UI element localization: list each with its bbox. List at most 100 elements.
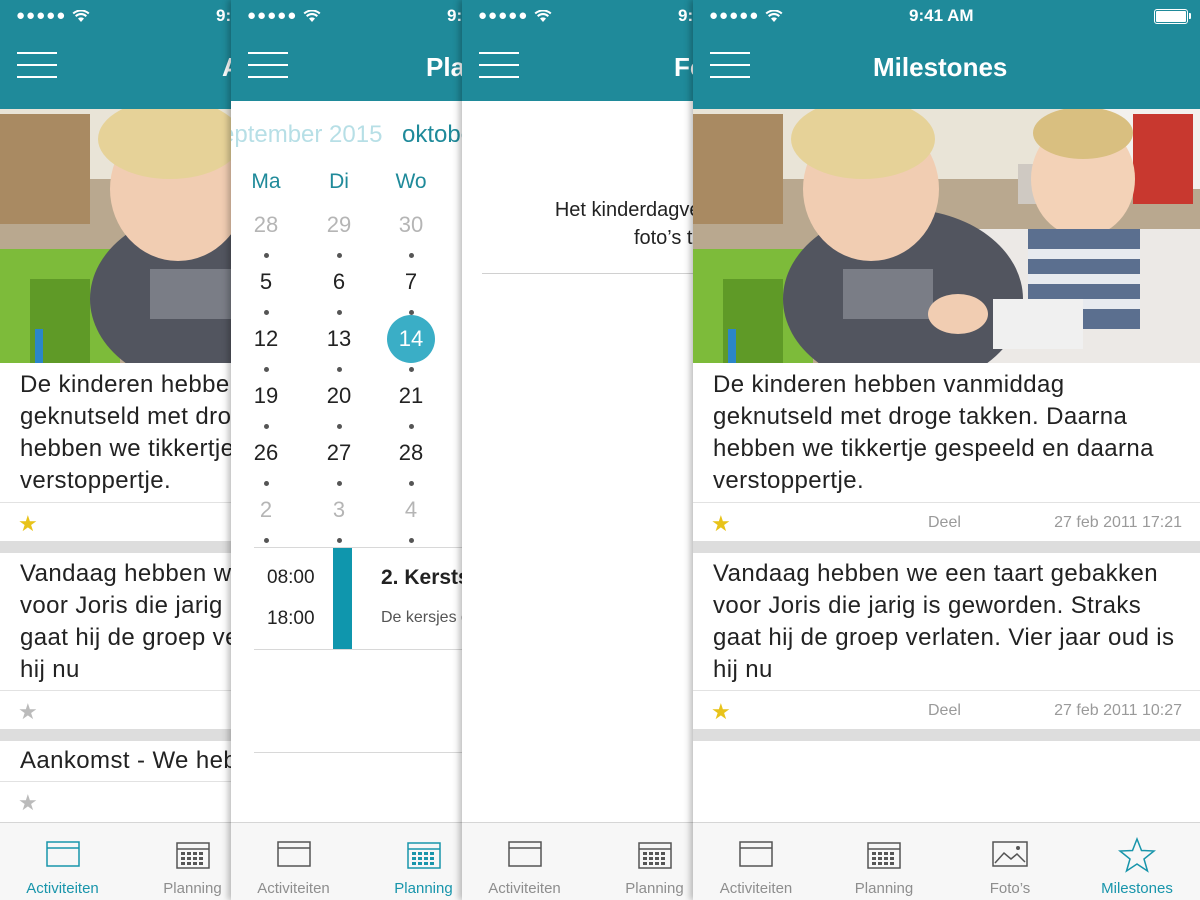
tab-activiteiten[interactable]: Activiteiten (693, 823, 819, 900)
tab-fotos[interactable]: Foto’s (947, 823, 1073, 900)
wifi-icon (534, 9, 552, 22)
page-title: Foto’s (674, 52, 693, 82)
status-bar: ●●●●● (478, 7, 552, 24)
divider (254, 752, 462, 753)
status-bar: ●●●●● (16, 7, 90, 24)
planning-screen: ●●●●● 9:41 AM Planning september 2015 ok… (231, 0, 462, 900)
page-title: Milestones (873, 52, 1008, 82)
event-color-bar (333, 548, 352, 650)
share-button[interactable]: Deel (928, 702, 961, 720)
post-date: 27 feb 2011 10:27 (1054, 702, 1182, 719)
tab-planning[interactable]: Planning (130, 823, 231, 900)
calendar-day[interactable]: 3 (309, 497, 369, 523)
tab-activiteiten[interactable]: Activiteiten (0, 823, 125, 900)
event-dot (264, 310, 269, 315)
nav-bar: ●●●●● 9:41 AM Planning (231, 0, 462, 101)
event-dot (264, 481, 269, 486)
tab-milestones[interactable]: Milestones (1074, 823, 1200, 900)
calendar-day[interactable]: 28 (381, 440, 441, 466)
tab-bar: Activiteiten Planning (0, 822, 231, 900)
event-dot (337, 424, 342, 429)
calendar-icon (637, 842, 672, 869)
star-icon[interactable]: ★ (711, 511, 731, 537)
status-time: 9:41 AM (678, 6, 693, 25)
calendar-day[interactable]: 12 (236, 326, 296, 352)
separator (0, 541, 231, 553)
divider (482, 273, 693, 274)
post-meta: ★ (0, 781, 231, 820)
calendar-day[interactable]: 27 (309, 440, 369, 466)
divider (254, 547, 462, 548)
signal-indicator: ●●●●● (16, 7, 67, 24)
battery-icon (1154, 9, 1191, 24)
event-dot (264, 424, 269, 429)
calendar-day[interactable]: 5 (236, 269, 296, 295)
post-date: 27 feb 2011 17:21 (1054, 514, 1182, 531)
month-prev[interactable]: september 2015 (231, 121, 382, 149)
separator (693, 729, 1200, 741)
calendar-day[interactable]: 26 (236, 440, 296, 466)
month-current[interactable]: oktober 2015 (402, 121, 462, 149)
event-dot (409, 310, 414, 315)
calendar-day[interactable]: 13 (309, 326, 369, 352)
calendar-day[interactable]: 4 (381, 497, 441, 523)
menu-icon[interactable] (248, 52, 288, 78)
calendar-day[interactable]: 19 (236, 383, 296, 409)
event-description: De kersjes gaan het kerstspel... (381, 609, 462, 626)
event-dot (409, 481, 414, 486)
menu-icon[interactable] (710, 52, 750, 78)
event-dot (337, 367, 342, 372)
calendar-day[interactable]: 29 (309, 212, 369, 238)
status-time: 9:41 AM (216, 6, 231, 25)
tab-planning[interactable]: Planning (821, 823, 947, 900)
weekday-label: Wo (395, 170, 427, 193)
post-text: De kinderen hebben vanmiddag geknutseld … (20, 371, 231, 494)
event-dot (409, 424, 414, 429)
calendar-day[interactable]: 28 (236, 212, 296, 238)
tab-planning[interactable]: Planning (361, 823, 462, 900)
divider (254, 649, 462, 650)
calendar-day[interactable]: 7 (381, 269, 441, 295)
calendar-day[interactable]: 21 (381, 383, 441, 409)
tab-activiteiten[interactable]: Activiteiten (462, 823, 587, 900)
calendar-day[interactable]: 14 (381, 326, 441, 352)
status-bar: ●●●●● (247, 7, 321, 24)
post-photo[interactable] (693, 109, 1200, 363)
menu-icon[interactable] (17, 52, 57, 78)
star-icon[interactable]: ★ (18, 699, 38, 725)
menu-icon[interactable] (479, 52, 519, 78)
post-meta: ★ (0, 690, 231, 729)
milestones-screen: ●●●●● 9:41 AM Milestones De kinderen heb… (693, 0, 1200, 900)
post-meta: ★ Deel 27 feb 2011 10:27 (693, 690, 1200, 729)
star-icon[interactable]: ★ (18, 511, 38, 537)
calendar-day[interactable]: 2 (236, 497, 296, 523)
post-photo[interactable] (0, 109, 231, 363)
nav-bar: ●●●●● 9:41 AM Milestones (693, 0, 1200, 109)
signal-indicator: ●●●●● (709, 7, 760, 24)
empty-message: Het kinderdagverblijf heeft nog geen (554, 199, 693, 221)
event-title[interactable]: 2. Kerstspel (381, 566, 462, 590)
share-button[interactable]: Deel (928, 514, 961, 532)
page-title: Activiteiten (222, 52, 231, 83)
weekday-label: Ma (251, 170, 281, 193)
star-icon[interactable]: ★ (18, 790, 38, 816)
nav-bar: ●●●●● 9:41 AM Activiteiten (0, 0, 231, 109)
calendar-icon (867, 842, 901, 869)
star-icon (1118, 837, 1156, 873)
event-dot (264, 538, 269, 543)
tab-planning[interactable]: Planning (592, 823, 693, 900)
event-dot (264, 253, 269, 258)
photo-icon (992, 841, 1028, 867)
calendar-icon (406, 842, 441, 869)
wifi-icon (765, 9, 783, 22)
activity-icon (739, 841, 773, 867)
star-icon[interactable]: ★ (711, 699, 731, 725)
event-dot (337, 253, 342, 258)
calendar-day[interactable]: 20 (309, 383, 369, 409)
activiteiten-screen: ●●●●● 9:41 AM Activiteiten De kinderen h… (0, 0, 231, 900)
calendar-day[interactable]: 30 (381, 212, 441, 238)
calendar-day[interactable]: 6 (309, 269, 369, 295)
activity-icon (45, 841, 80, 867)
tab-activiteiten[interactable]: Activiteiten (231, 823, 356, 900)
activity-icon (507, 841, 542, 867)
